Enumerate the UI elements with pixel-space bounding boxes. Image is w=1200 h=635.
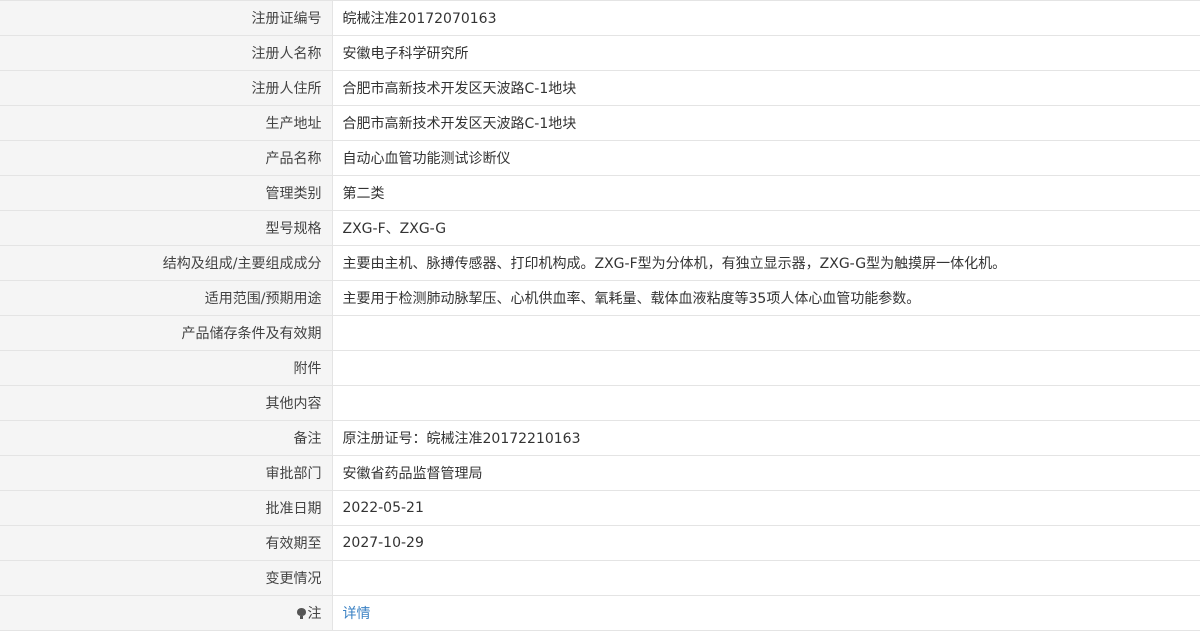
table-row-note: 注 详情 [0, 595, 1200, 631]
registration-number-label: 注册证编号 [0, 0, 333, 36]
table-row-registrant-name: 注册人名称 安徽电子科学研究所 [0, 35, 1200, 71]
table-row-production-address: 生产地址 合肥市高新技术开发区天波路C-1地块 [0, 105, 1200, 141]
attachment-value [332, 350, 1200, 386]
registrant-name-label: 注册人名称 [0, 35, 333, 71]
table-row-change-status: 变更情况 [0, 560, 1200, 596]
table-row-approval-date: 批准日期 2022-05-21 [0, 490, 1200, 526]
table-row-attachment: 附件 [0, 350, 1200, 386]
table-row-remarks: 备注 原注册证号：皖械注准20172210163 [0, 420, 1200, 456]
other-content-value [332, 385, 1200, 421]
table-row-other-content: 其他内容 [0, 385, 1200, 421]
management-category-value: 第二类 [332, 175, 1200, 211]
note-label: 注 [307, 606, 322, 622]
intended-use-label: 适用范围/预期用途 [0, 280, 333, 316]
remarks-value: 原注册证号：皖械注准20172210163 [332, 420, 1200, 456]
change-status-label: 变更情况 [0, 560, 333, 596]
details-link[interactable]: 详情 [332, 595, 1200, 631]
product-name-label: 产品名称 [0, 140, 333, 176]
table-row-registrant-address: 注册人住所 合肥市高新技术开发区天波路C-1地块 [0, 70, 1200, 106]
note-label-cell: 注 [0, 595, 333, 631]
production-address-label: 生产地址 [0, 105, 333, 141]
table-row-valid-until: 有效期至 2027-10-29 [0, 525, 1200, 561]
model-spec-label: 型号规格 [0, 210, 333, 246]
approval-department-value: 安徽省药品监督管理局 [332, 455, 1200, 491]
table-row-storage-validity: 产品储存条件及有效期 [0, 315, 1200, 351]
structure-composition-label: 结构及组成/主要组成成分 [0, 245, 333, 281]
registrant-address-label: 注册人住所 [0, 70, 333, 106]
production-address-value: 合肥市高新技术开发区天波路C-1地块 [332, 105, 1200, 141]
table-row-management-category: 管理类别 第二类 [0, 175, 1200, 211]
management-category-label: 管理类别 [0, 175, 333, 211]
table-row-model-spec: 型号规格 ZXG-F、ZXG-G [0, 210, 1200, 246]
storage-validity-label: 产品储存条件及有效期 [0, 315, 333, 351]
valid-until-value: 2027-10-29 [332, 525, 1200, 561]
approval-department-label: 审批部门 [0, 455, 333, 491]
table-row-intended-use: 适用范围/预期用途 主要用于检测肺动脉挈压、心机供血率、氧耗量、载体血液粘度等3… [0, 280, 1200, 316]
intended-use-value: 主要用于检测肺动脉挈压、心机供血率、氧耗量、载体血液粘度等35项人体心血管功能参… [332, 280, 1200, 316]
product-name-value: 自动心血管功能测试诊断仪 [332, 140, 1200, 176]
remarks-label: 备注 [0, 420, 333, 456]
model-spec-value: ZXG-F、ZXG-G [332, 210, 1200, 246]
registrant-address-value: 合肥市高新技术开发区天波路C-1地块 [332, 70, 1200, 106]
other-content-label: 其他内容 [0, 385, 333, 421]
registration-detail-table: 注册证编号 皖械注准20172070163 注册人名称 安徽电子科学研究所 注册… [0, 0, 1200, 631]
valid-until-label: 有效期至 [0, 525, 333, 561]
structure-composition-value: 主要由主机、脉搏传感器、打印机构成。ZXG-F型为分体机，有独立显示器，ZXG-… [332, 245, 1200, 281]
lightbulb-icon [296, 608, 306, 619]
change-status-value [332, 560, 1200, 596]
storage-validity-value [332, 315, 1200, 351]
table-row-product-name: 产品名称 自动心血管功能测试诊断仪 [0, 140, 1200, 176]
table-row-structure-composition: 结构及组成/主要组成成分 主要由主机、脉搏传感器、打印机构成。ZXG-F型为分体… [0, 245, 1200, 281]
approval-date-value: 2022-05-21 [332, 490, 1200, 526]
table-row-approval-department: 审批部门 安徽省药品监督管理局 [0, 455, 1200, 491]
table-row-registration-number: 注册证编号 皖械注准20172070163 [0, 0, 1200, 36]
attachment-label: 附件 [0, 350, 333, 386]
approval-date-label: 批准日期 [0, 490, 333, 526]
registration-number-value: 皖械注准20172070163 [332, 0, 1200, 36]
registrant-name-value: 安徽电子科学研究所 [332, 35, 1200, 71]
